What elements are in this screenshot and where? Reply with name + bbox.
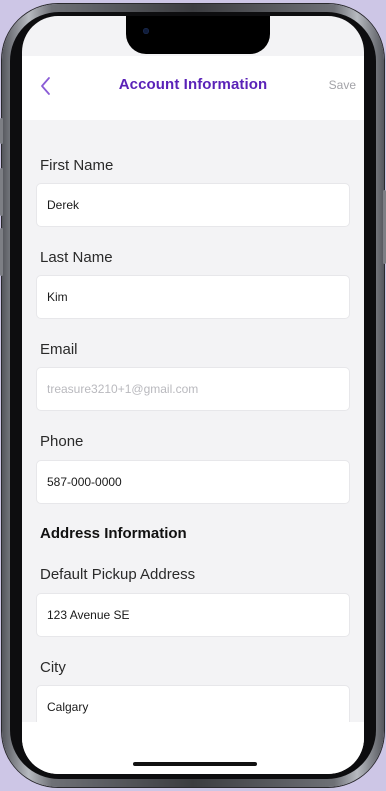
front-camera	[143, 28, 149, 34]
phone-screen: Account Information Save First Name Last…	[22, 16, 364, 774]
chevron-left-icon	[41, 77, 50, 95]
volume-up-button	[0, 168, 3, 216]
last-name-label: Last Name	[40, 249, 113, 266]
save-button[interactable]: Save	[329, 78, 356, 92]
phone-label: Phone	[40, 433, 84, 450]
first-name-field[interactable]	[36, 183, 350, 227]
pickup-address-label: Default Pickup Address	[40, 566, 196, 583]
pickup-address-field[interactable]	[36, 593, 350, 637]
notch	[126, 16, 270, 54]
back-button[interactable]	[34, 74, 58, 98]
nav-header: Account Information Save	[22, 56, 364, 120]
mute-switch	[0, 118, 3, 144]
last-name-field[interactable]	[36, 275, 350, 319]
phone-field[interactable]	[36, 460, 350, 504]
home-indicator[interactable]	[133, 762, 257, 766]
email-label: Email	[40, 341, 78, 358]
email-field	[36, 367, 350, 411]
volume-down-button	[0, 228, 3, 276]
first-name-label: First Name	[40, 157, 114, 174]
page-title: Account Information	[118, 76, 268, 93]
address-section-title: Address Information	[40, 525, 187, 542]
bottom-safe-area	[22, 722, 364, 774]
city-label: City	[40, 659, 66, 676]
